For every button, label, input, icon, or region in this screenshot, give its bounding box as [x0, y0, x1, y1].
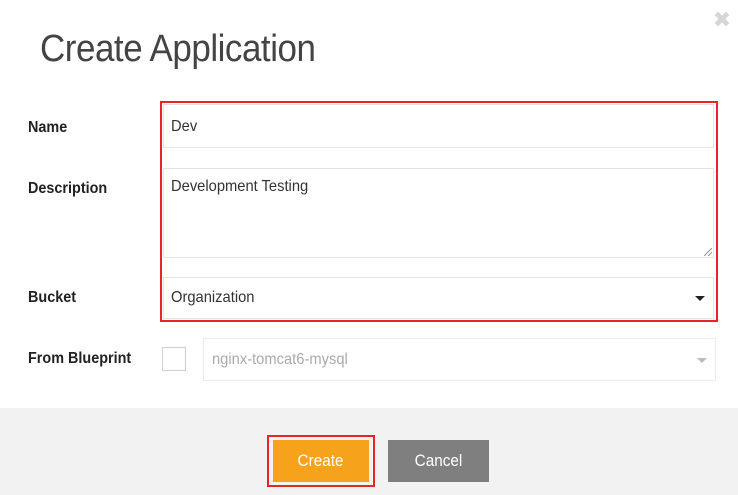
chevron-down-icon [695, 296, 705, 301]
blueprint-select[interactable]: nginx-tomcat6-mysql [203, 338, 716, 381]
blueprint-label: From Blueprint [28, 350, 132, 367]
cancel-button-label: Cancel [414, 451, 463, 470]
name-value: Dev [171, 118, 198, 135]
cancel-button[interactable]: Cancel [388, 440, 489, 482]
blueprint-value: nginx-tomcat6-mysql [212, 351, 348, 368]
name-label: Name [28, 119, 68, 136]
name-input[interactable]: Dev [163, 104, 714, 148]
description-label: Description [28, 180, 108, 197]
close-icon[interactable]: ✖ [712, 9, 732, 31]
bucket-value: Organization [171, 289, 255, 306]
bucket-select[interactable]: Organization [163, 277, 714, 319]
resize-handle-icon[interactable] [704, 248, 712, 256]
bucket-label: Bucket [28, 289, 77, 306]
dialog-title: Create Application [40, 28, 316, 70]
create-button-label: Create [298, 451, 344, 470]
description-textarea[interactable]: Development Testing [163, 168, 714, 258]
chevron-down-icon [697, 357, 707, 363]
description-value: Development Testing [171, 178, 309, 195]
create-button[interactable]: Create [273, 440, 369, 482]
blueprint-checkbox[interactable] [162, 347, 186, 371]
